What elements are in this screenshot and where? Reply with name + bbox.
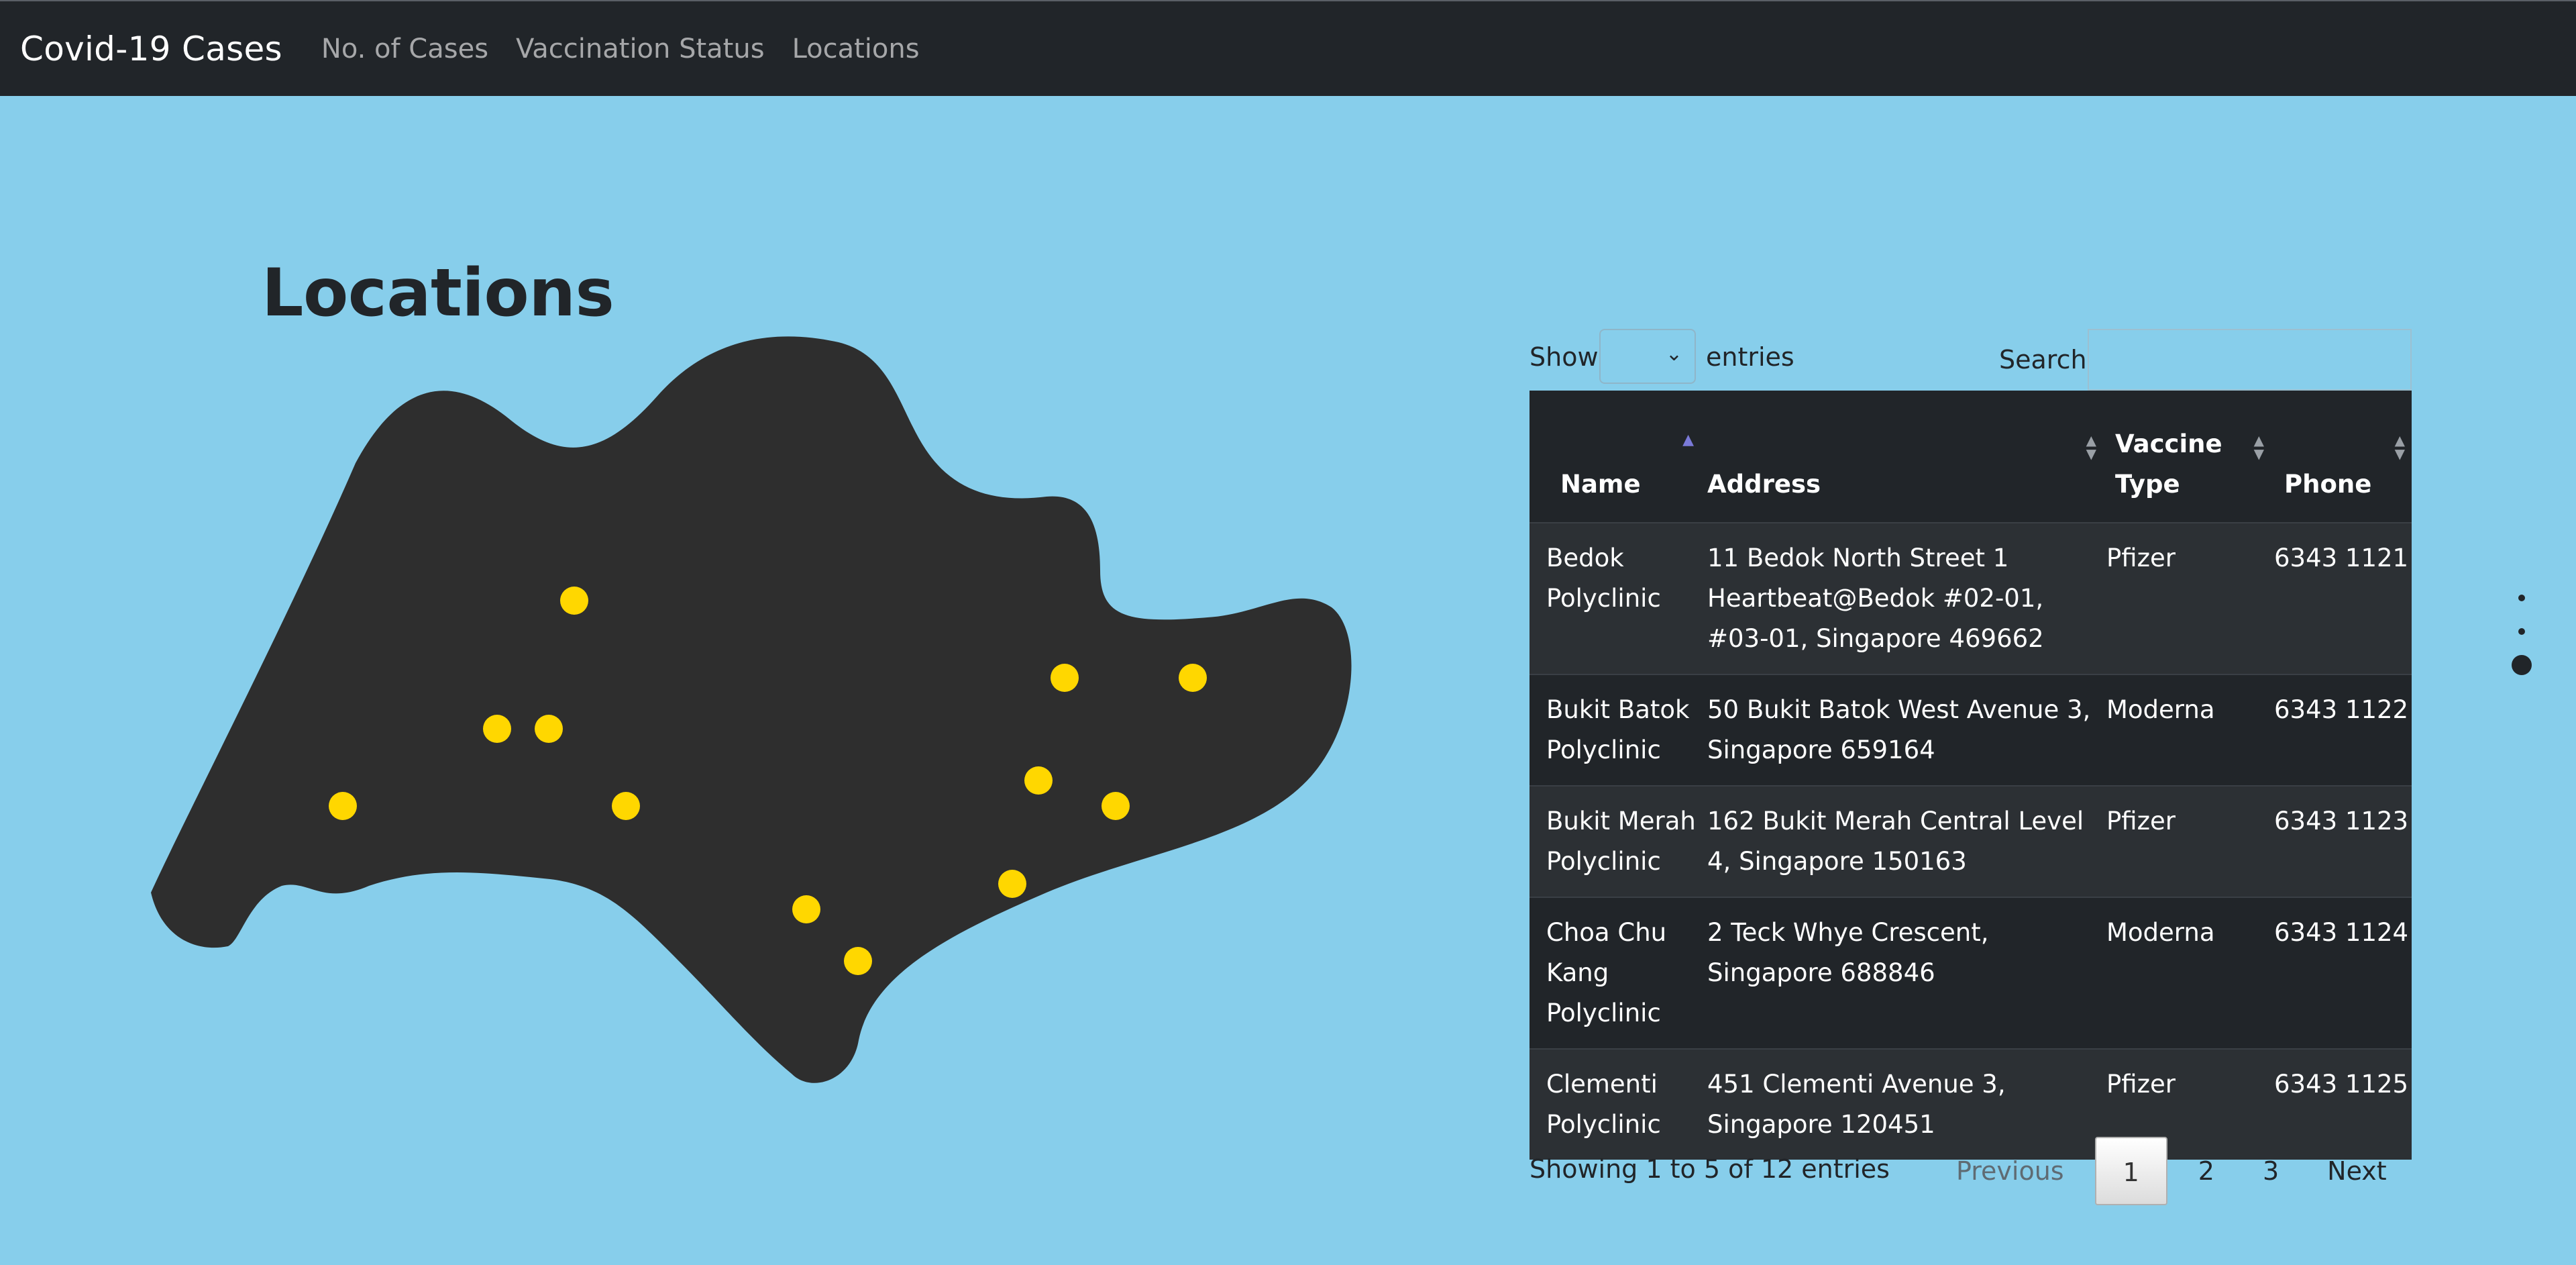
page-button-3[interactable]: 3 xyxy=(2239,1137,2303,1205)
sort-ascending-icon: ▲ xyxy=(1682,432,1694,448)
nav-link-no-of-cases[interactable]: No. of Cases xyxy=(321,34,488,64)
cell-phone: 6343 1124 xyxy=(2271,897,2412,1049)
cell-vaccine: Moderna xyxy=(2103,674,2271,786)
previous-page-button[interactable]: Previous xyxy=(1932,1137,2088,1205)
section-dot-active[interactable] xyxy=(2512,655,2532,675)
table-row: Bukit Batok Polyclinic 50 Bukit Batok We… xyxy=(1529,674,2412,786)
column-header-name[interactable]: Name ▲ xyxy=(1529,391,1707,523)
clinic-marker[interactable] xyxy=(1051,664,1079,692)
clinic-marker[interactable] xyxy=(612,792,640,820)
search-input[interactable] xyxy=(2088,329,2412,391)
section-dot[interactable] xyxy=(2518,628,2525,635)
table-row: Bedok Polyclinic 11 Bedok North Street 1… xyxy=(1529,522,2412,674)
cell-phone: 6343 1122 xyxy=(2271,674,2412,786)
locations-table: Name ▲ Address ▲ ▼ Vaccine Type ▲ ▼ Phone … xyxy=(1529,391,2412,1160)
table-header-row: Name ▲ Address ▲ ▼ Vaccine Type ▲ ▼ Phone … xyxy=(1529,391,2412,523)
cell-vaccine: Pfizer xyxy=(2103,522,2271,674)
sort-both-icon: ▲ ▼ xyxy=(2253,432,2264,462)
cell-address: 2 Teck Whye Crescent, Singapore 688846 xyxy=(1707,897,2103,1049)
cell-address: 50 Bukit Batok West Avenue 3, Singapore … xyxy=(1707,674,2103,786)
clinic-marker[interactable] xyxy=(998,870,1026,898)
clinic-marker[interactable] xyxy=(483,715,511,743)
clinic-marker[interactable] xyxy=(844,947,872,975)
clinic-marker[interactable] xyxy=(560,587,588,615)
column-header-address[interactable]: Address ▲ ▼ xyxy=(1707,391,2103,523)
column-header-phone[interactable]: Phone ▲ ▼ xyxy=(2271,391,2412,523)
top-navbar: Covid-19 Cases No. of Cases Vaccination … xyxy=(0,0,2576,96)
column-header-label: Vaccine Type xyxy=(2115,429,2222,499)
table-row: Bukit Merah Polyclinic 162 Bukit Merah C… xyxy=(1529,785,2412,897)
chevron-down-icon: ⌄ xyxy=(1665,342,1682,366)
sort-both-icon: ▲ ▼ xyxy=(2086,432,2096,462)
cell-phone: 6343 1121 xyxy=(2271,522,2412,674)
column-header-label: Phone xyxy=(2284,470,2372,499)
nav-link-vaccination-status[interactable]: Vaccination Status xyxy=(516,34,765,64)
entries-per-page-select[interactable]: ⌄ xyxy=(1599,329,1696,384)
next-page-button[interactable]: Next xyxy=(2303,1137,2411,1205)
cell-address: 11 Bedok North Street 1 Heartbeat@Bedok … xyxy=(1707,522,2103,674)
cell-phone: 6343 1123 xyxy=(2271,785,2412,897)
map-landmass xyxy=(151,336,1352,1083)
clinic-marker[interactable] xyxy=(792,895,820,923)
clinic-marker[interactable] xyxy=(1179,664,1207,692)
show-label: Show xyxy=(1529,342,1599,372)
column-header-vaccine-type[interactable]: Vaccine Type ▲ ▼ xyxy=(2103,391,2271,523)
cell-name: Bukit Batok Polyclinic xyxy=(1529,674,1707,786)
table-info: Showing 1 to 5 of 12 entries xyxy=(1529,1154,1890,1184)
entries-label: entries xyxy=(1706,342,1794,372)
pagination: Previous 1 2 3 Next xyxy=(1932,1137,2411,1205)
cell-name: Bukit Merah Polyclinic xyxy=(1529,785,1707,897)
nav-link-locations[interactable]: Locations xyxy=(792,34,920,64)
page-button-2[interactable]: 2 xyxy=(2174,1137,2239,1205)
column-header-label: Name xyxy=(1560,470,1641,499)
table-row: Choa Chu Kang Polyclinic 2 Teck Whye Cre… xyxy=(1529,897,2412,1049)
clinic-marker[interactable] xyxy=(329,792,357,820)
clinic-marker[interactable] xyxy=(1024,766,1053,795)
navbar-brand[interactable]: Covid-19 Cases xyxy=(20,30,282,68)
page-button-1[interactable]: 1 xyxy=(2094,1137,2167,1205)
column-header-label: Address xyxy=(1707,470,1821,499)
clinic-marker[interactable] xyxy=(535,715,563,743)
cell-name: Clementi Polyclinic xyxy=(1529,1048,1707,1160)
cell-name: Bedok Polyclinic xyxy=(1529,522,1707,674)
search-label: Search: xyxy=(1999,345,2096,374)
cell-address: 162 Bukit Merah Central Level 4, Singapo… xyxy=(1707,785,2103,897)
nav-links: No. of Cases Vaccination Status Location… xyxy=(321,34,947,64)
section-dot[interactable] xyxy=(2518,595,2525,601)
singapore-map xyxy=(0,302,1382,1107)
cell-vaccine: Moderna xyxy=(2103,897,2271,1049)
cell-name: Choa Chu Kang Polyclinic xyxy=(1529,897,1707,1049)
cell-vaccine: Pfizer xyxy=(2103,785,2271,897)
table-controls: Show ⌄ entries Search: xyxy=(1529,329,2412,393)
sort-both-icon: ▲ ▼ xyxy=(2394,432,2405,462)
clinic-marker[interactable] xyxy=(1102,792,1130,820)
